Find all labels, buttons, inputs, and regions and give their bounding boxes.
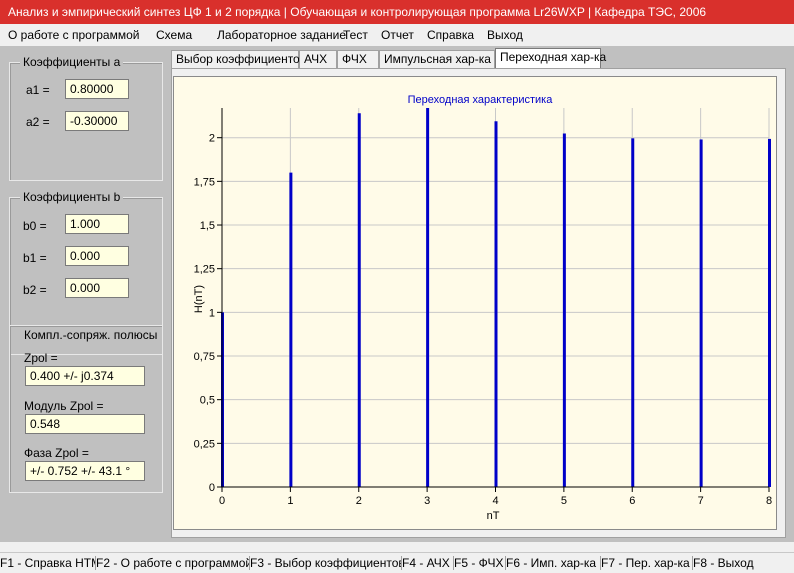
tab-afc[interactable]: АЧХ — [299, 50, 337, 68]
status-f5-pfc[interactable]: F5 - ФЧХ — [454, 556, 506, 570]
status-f1-help[interactable]: F1 - Справка HTML — [0, 556, 96, 570]
menu-test[interactable]: Тест — [343, 28, 368, 42]
tab-impulse-response[interactable]: Импульсная хар-ка — [379, 50, 495, 68]
step-bar — [289, 172, 293, 487]
step-bar — [699, 139, 703, 487]
y-tick-label: 0 — [209, 482, 215, 494]
status-f2-about[interactable]: F2 - О работе с программой — [96, 556, 250, 570]
poles-legend: Компл.-сопряж. полюсы — [22, 328, 160, 342]
x-tick-label: 0 — [219, 495, 225, 507]
b1-label: b1 = — [23, 251, 47, 265]
zpol-label: Zpol = — [24, 351, 58, 365]
y-tick-label: 0,5 — [200, 395, 215, 407]
tab-pfc[interactable]: ФЧХ — [337, 50, 379, 68]
chart-x-ticks: 0 1 2 3 4 5 6 7 8 — [219, 487, 772, 507]
chart-bars — [221, 108, 771, 488]
left-panel: Коэффициенты a a1 = 0.80000 a2 = -0.3000… — [0, 46, 164, 542]
y-tick-label: 0,25 — [194, 438, 215, 450]
y-tick-label: 1,75 — [194, 176, 215, 188]
zpol-modulus-label: Модуль Zpol = — [24, 399, 104, 413]
x-axis-label: nT — [487, 510, 500, 522]
status-f8-exit[interactable]: F8 - Выход — [693, 556, 794, 570]
a2-label: a2 = — [26, 115, 50, 129]
status-bar: F1 - Справка HTML F2 - О работе с програ… — [0, 552, 794, 573]
x-tick-label: 4 — [492, 495, 498, 507]
coef-a-legend: Коэффициенты a — [20, 55, 124, 69]
x-tick-label: 3 — [424, 495, 430, 507]
x-tick-label: 5 — [561, 495, 567, 507]
y-tick-label: 1,5 — [200, 220, 215, 232]
step-bar — [631, 138, 635, 487]
zpol-modulus-field[interactable]: 0.548 — [25, 414, 145, 434]
menu-lab-task[interactable]: Лабораторное задание — [217, 28, 346, 42]
zpol-phase-label: Фаза Zpol = — [24, 446, 89, 460]
menu-about[interactable]: О работе с программой — [8, 28, 139, 42]
zpol-field[interactable]: 0.400 +/- j0.374 — [25, 366, 145, 386]
x-tick-label: 2 — [356, 495, 362, 507]
status-f3-coefficients[interactable]: F3 - Выбор коэффициентов — [250, 556, 402, 570]
step-bar — [562, 133, 566, 487]
menu-help[interactable]: Справка — [427, 28, 474, 42]
a1-label: a1 = — [26, 83, 50, 97]
coef-b-legend: Коэффициенты b — [20, 190, 124, 204]
y-tick-label: 1,25 — [194, 264, 215, 276]
y-tick-label: 1 — [209, 307, 215, 319]
b0-label: b0 = — [23, 219, 47, 233]
step-response-chart: Переходная характеристика 0 0,25 0,5 0,75 1 1… — [173, 76, 777, 530]
chart-title: Переходная характеристика — [408, 94, 554, 106]
x-tick-label: 7 — [698, 495, 704, 507]
window-title: Анализ и эмпирический синтез ЦФ 1 и 2 по… — [0, 0, 794, 24]
y-tick-label: 2 — [209, 133, 215, 145]
b0-field[interactable]: 1.000 — [65, 214, 129, 234]
status-f6-impulse[interactable]: F6 - Имп. хар-ка — [506, 556, 601, 570]
menu-bar: О работе с программой Схема Лабораторное… — [0, 24, 794, 46]
step-bar — [494, 121, 498, 487]
b1-field[interactable]: 0.000 — [65, 246, 129, 266]
y-tick-label: 0,75 — [194, 351, 215, 363]
a1-field[interactable]: 0.80000 — [65, 79, 129, 99]
menu-scheme[interactable]: Схема — [156, 28, 192, 42]
b2-label: b2 = — [23, 283, 47, 297]
step-bar — [768, 138, 771, 487]
b2-field[interactable]: 0.000 — [65, 278, 129, 298]
menu-exit[interactable]: Выход — [487, 28, 523, 42]
y-axis-label: H(nT) — [193, 285, 205, 313]
step-bar — [426, 108, 430, 487]
x-tick-label: 8 — [766, 495, 772, 507]
status-f4-afc[interactable]: F4 - АЧХ — [402, 556, 454, 570]
status-f7-step[interactable]: F7 - Пер. хар-ка — [601, 556, 693, 570]
x-tick-label: 1 — [287, 495, 293, 507]
a2-field[interactable]: -0.30000 — [65, 111, 129, 131]
zpol-phase-field[interactable]: +/- 0.752 +/- 43.1 ° — [25, 461, 145, 481]
menu-report[interactable]: Отчет — [381, 28, 414, 42]
step-bar — [357, 113, 361, 488]
tab-coefficients[interactable]: Выбор коэффициентов — [171, 50, 306, 68]
tab-step-response[interactable]: Переходная хар-ка — [495, 48, 606, 69]
x-tick-label: 6 — [629, 495, 635, 507]
chart-svg: Переходная характеристика 0 0,25 0,5 0,75 1 1… — [193, 94, 772, 522]
